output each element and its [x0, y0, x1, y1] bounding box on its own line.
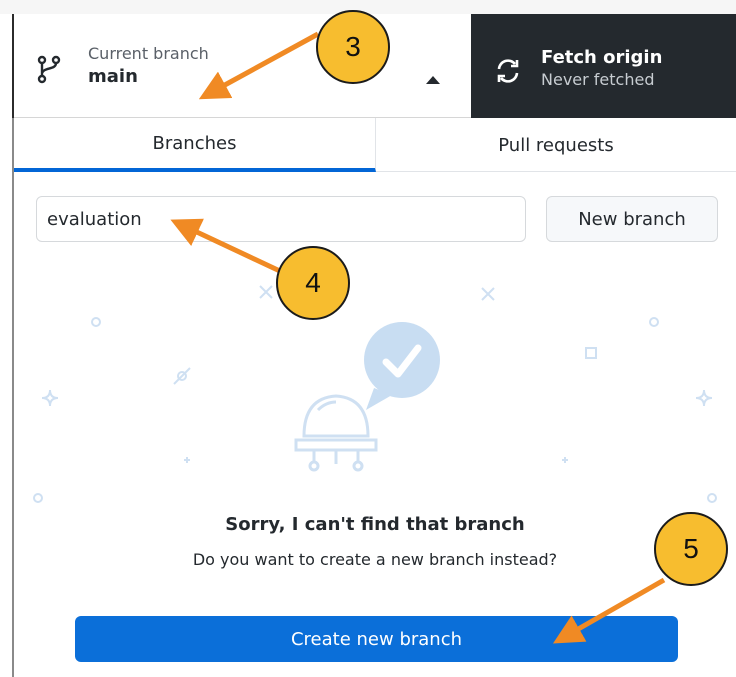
tab-pull-requests[interactable]: Pull requests [376, 118, 736, 172]
branch-tabs: Branches Pull requests [14, 118, 736, 172]
tab-branches[interactable]: Branches [14, 118, 376, 172]
create-new-branch-button[interactable]: Create new branch [75, 616, 678, 662]
annotation-badge-4: 4 [276, 246, 350, 320]
annotation-badge-3: 3 [316, 10, 390, 84]
window-top-strip [0, 0, 736, 14]
git-branch-icon [37, 55, 61, 84]
caret-up-icon [426, 76, 440, 84]
fetch-status: Never fetched [541, 70, 655, 89]
empty-state-subtitle: Do you want to create a new branch inste… [192, 550, 558, 569]
annotation-badge-5: 5 [654, 512, 728, 586]
fetch-origin-title: Fetch origin [541, 47, 663, 68]
left-border-lower [0, 118, 14, 677]
current-branch-name: main [88, 66, 138, 87]
sync-icon [497, 59, 519, 83]
current-branch-button[interactable]: Current branch main [14, 14, 471, 118]
fetch-origin-button[interactable]: Fetch origin Never fetched [471, 14, 736, 118]
current-branch-caption: Current branch [88, 44, 209, 63]
branch-filter-input[interactable]: evaluation [36, 196, 526, 242]
empty-state-title: Sorry, I can't find that branch [225, 514, 525, 535]
new-branch-button[interactable]: New branch [546, 196, 718, 242]
no-branches-illustration [33, 285, 717, 503]
